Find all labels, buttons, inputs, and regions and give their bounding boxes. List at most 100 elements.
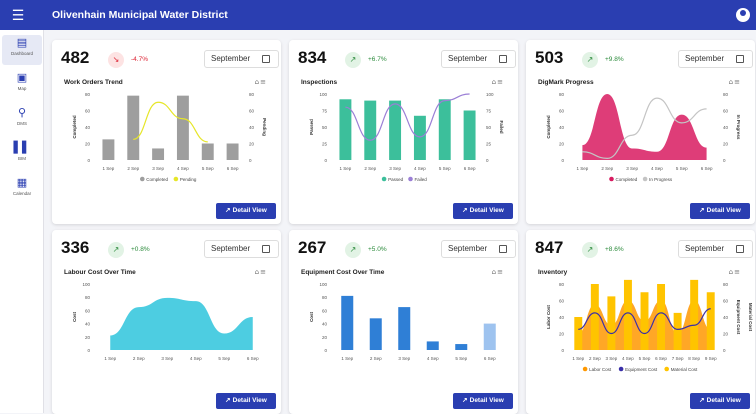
month-select[interactable]: September <box>441 50 516 68</box>
month-select[interactable]: September <box>678 240 753 258</box>
x-tick-label: 1 Sep <box>572 356 584 361</box>
y-tick-label: 20 <box>559 142 565 147</box>
bar <box>398 307 411 350</box>
sidebar-item-map[interactable]: ▣ Map <box>2 70 42 100</box>
chart-menu-icon[interactable]: ≡ <box>497 268 504 276</box>
legend-marker <box>642 176 648 182</box>
calendar-icon[interactable] <box>262 55 270 63</box>
y-tick-label: 80 <box>559 282 565 287</box>
x-tick-label: 1 Sep <box>103 166 115 171</box>
labour-cost-card: 336 ↗ +0.8% September Labour Cost Over Time ⌂… <box>52 230 281 414</box>
chart: 0 20 40 60 80 0 20 40 60 80 Labor Cost Equipment Co… <box>526 278 755 396</box>
legend-marker <box>140 176 145 182</box>
bar <box>690 279 699 350</box>
dashboard-icon: ▤ <box>16 36 28 49</box>
legend-label: Completed <box>616 177 638 182</box>
month-select[interactable]: September <box>204 240 279 258</box>
month-select[interactable]: September <box>204 50 279 68</box>
chart-menu-icon[interactable]: ≡ <box>497 78 504 86</box>
change-percent: +6.7% <box>368 56 387 63</box>
y2-tick-label: 20 <box>723 142 729 147</box>
calendar-icon[interactable] <box>262 245 270 253</box>
y-tick-label: 60 <box>559 299 565 304</box>
bar <box>706 292 715 350</box>
sidebar-item-calendar[interactable]: ▦ Calendar <box>2 175 42 205</box>
sidebar-item-label: BIM <box>17 156 26 161</box>
x-tick-label: 2 Sep <box>364 166 376 171</box>
x-tick-label: 3 Sep <box>626 166 638 171</box>
x-tick-label: 2 Sep <box>133 356 145 361</box>
detail-view-label: Detail View <box>469 397 504 404</box>
chart-title: Inventory <box>538 269 568 276</box>
y-tick-label: 20 <box>559 332 565 337</box>
month-select[interactable]: September <box>441 240 516 258</box>
trend-up-icon: ↗ <box>582 242 598 258</box>
bar <box>607 296 616 350</box>
x-tick-label: 3 Sep <box>161 356 173 361</box>
detail-view-icon: ↗ <box>225 207 231 214</box>
change-percent: +8.6% <box>605 246 624 253</box>
inventory-card: 847 ↗ +8.6% September Inventory ⌂≡ ↗ Detail Vie… <box>526 230 755 414</box>
calendar-icon[interactable] <box>736 55 744 63</box>
chart-menu-icon[interactable]: ≡ <box>734 268 741 276</box>
month-select[interactable]: September <box>678 50 753 68</box>
legend-label: Labor Cost <box>589 367 612 372</box>
chart-title: Work Orders Trend <box>64 79 123 86</box>
x-tick-label: 6 Sep <box>484 356 496 361</box>
chart-menu-icon[interactable]: ≡ <box>734 78 741 86</box>
x-tick-label: 1 Sep <box>341 356 353 361</box>
change-percent: +5.0% <box>368 246 387 253</box>
y2-tick-label: 80 <box>723 92 729 97</box>
y-tick-label: 80 <box>559 92 565 97</box>
y-axis-label: Completed <box>72 115 77 139</box>
digmark-card: 503 ↗ +9.8% September DigMark Progress ⌂≡ ↗ Det… <box>526 40 755 224</box>
x-tick-label: 7 Sep <box>672 356 684 361</box>
x-tick-label: 3 Sep <box>152 166 164 171</box>
dashboard-grid: 482 ↘ -4.7% September Work Orders Trend ⌂≡ ↗ De… <box>52 40 756 414</box>
x-tick-label: 5 Sep <box>676 166 688 171</box>
calendar-icon[interactable] <box>499 55 507 63</box>
x-tick-label: 1 Sep <box>577 166 589 171</box>
calendar-icon: ▦ <box>16 176 28 189</box>
chart-svg: 0 20 40 60 80 0 20 40 60 80 Completed Pending 1 Sep 2… <box>72 92 267 182</box>
y-axis-label: Labor Cost <box>546 305 551 329</box>
y-tick-label: 20 <box>85 142 91 147</box>
sidebar-item-dashboard[interactable]: ▤ Dashboard <box>2 35 42 65</box>
y2-tick-label: 40 <box>249 125 255 130</box>
y2-axis-label: Equipment Cost <box>736 300 741 335</box>
equipment-cost-card: 267 ↗ +5.0% September Equipment Cost Over Ti… <box>289 230 518 414</box>
bar <box>673 312 682 350</box>
work-orders-card: 482 ↘ -4.7% September Work Orders Trend ⌂≡ ↗ De… <box>52 40 281 224</box>
detail-view-label: Detail View <box>706 207 741 214</box>
map-icon: ▣ <box>16 71 28 84</box>
x-tick-label: 4 Sep <box>414 166 426 171</box>
menu-icon[interactable]: ☰ <box>0 7 36 24</box>
chart-toolbar: ⌂≡ <box>729 268 741 276</box>
x-tick-label: 3 Sep <box>389 166 401 171</box>
y-tick-label: 0 <box>87 348 90 353</box>
chart-menu-icon[interactable]: ≡ <box>260 268 267 276</box>
legend-label: Failed <box>415 177 428 182</box>
sidebar-item-dms[interactable]: ⚲ DMS <box>2 105 42 135</box>
trend-up-icon: ↗ <box>345 242 361 258</box>
calendar-icon[interactable] <box>736 245 744 253</box>
account-icon[interactable] <box>736 8 750 22</box>
y-tick-label: 0 <box>87 158 90 163</box>
sidebar-item-bim[interactable]: ▌▌ BIM <box>2 140 42 170</box>
y-tick-label: 60 <box>85 109 91 114</box>
chart: 0 20 40 60 80 0 20 40 60 80 Completed Pending 1 Sep 2… <box>52 88 281 206</box>
calendar-icon[interactable] <box>499 245 507 253</box>
legend-label: Passed <box>388 177 404 182</box>
legend-label: In Progress <box>649 177 673 182</box>
x-tick-label: 2 Sep <box>589 356 601 361</box>
legend-marker <box>618 366 624 372</box>
chart-menu-icon[interactable]: ≡ <box>260 78 267 86</box>
y-tick-label: 20 <box>322 335 328 340</box>
x-tick-label: 5 Sep <box>639 356 651 361</box>
chart-title: Equipment Cost Over Time <box>301 269 385 276</box>
y2-tick-label: 50 <box>486 125 492 130</box>
y-axis-label: Passed <box>309 119 314 135</box>
bar <box>102 139 115 160</box>
line-series <box>133 101 208 143</box>
y2-tick-label: 80 <box>249 92 255 97</box>
